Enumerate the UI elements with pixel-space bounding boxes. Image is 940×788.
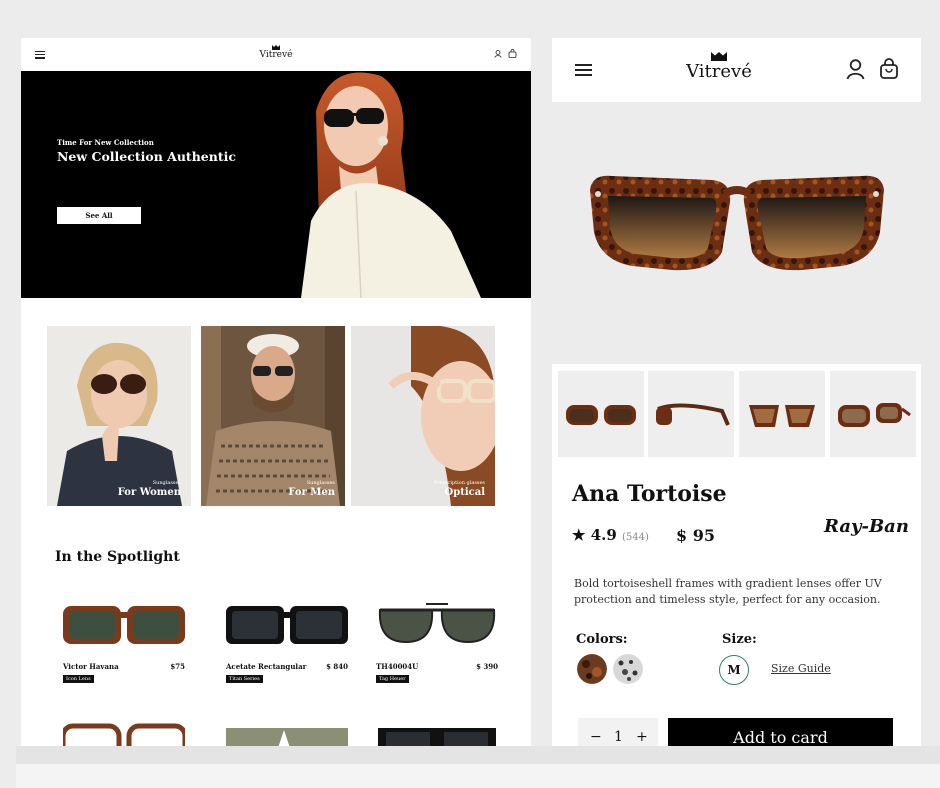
thumbnail-front[interactable] [558, 371, 644, 457]
product-description: Bold tortoiseshell frames with gradient … [574, 577, 882, 606]
rating-count: (544) [622, 532, 649, 543]
bag-icon[interactable] [508, 49, 517, 58]
product-price: $ 95 [676, 526, 715, 545]
detail-header: Vitrevé [552, 38, 921, 102]
product-card[interactable]: Acetate Rectangular $ 840 Titan Series [226, 598, 348, 683]
thumbnail-angle[interactable] [739, 371, 825, 457]
qty-value: 1 [614, 729, 623, 745]
size-guide-link[interactable]: Size Guide [771, 662, 831, 675]
hero-banner: Time For New Collection New Collection A… [21, 71, 531, 298]
product-price: $ 390 [476, 662, 498, 671]
product-price: $ 840 [326, 662, 348, 671]
product-detail-panel: Vitrevé Ana Tortoise ★ 4.9 (544) $ 95 Ra… [552, 38, 921, 748]
ana-tortoise-glasses-image [590, 175, 884, 271]
product-name: Acetate Rectangular [226, 662, 307, 671]
storefront-home-panel: Vitrevé Time For New Collection New Coll… [21, 38, 531, 748]
user-icon[interactable] [494, 50, 502, 58]
product-name: TH40004U [376, 662, 419, 671]
category-card-women[interactable]: Sunglasses For Women [47, 326, 191, 506]
category-sub-label: Sunglasses [306, 480, 335, 486]
logo-mark-icon [711, 52, 727, 61]
glasses-perspective-icon [838, 403, 911, 427]
home-header: Vitrevé [21, 38, 531, 71]
qty-plus-button[interactable]: + [636, 729, 648, 745]
product-title: Ana Tortoise [572, 481, 727, 507]
glasses-front-icon [566, 405, 636, 425]
category-sub-label: Sunglasses [152, 480, 181, 486]
main-product-image [552, 102, 921, 364]
category-card-optical[interactable]: Prescription glasses Optical [351, 326, 495, 506]
product-thumbnail-partial[interactable] [376, 722, 498, 748]
glasses-side-icon [656, 403, 730, 426]
product-tag: Titan Series [226, 675, 263, 683]
product-name: Victor Havana [63, 662, 119, 671]
quantity-stepper: − 1 + [578, 718, 658, 748]
hero-kicker: Time For New Collection [57, 138, 154, 147]
acetate-rectangular-image [226, 606, 348, 644]
thumbnail-perspective[interactable] [830, 371, 916, 457]
color-swatch-tortoise[interactable] [577, 654, 607, 684]
hero-headline: New Collection Authentic [57, 149, 236, 164]
glasses-angle-icon [749, 405, 815, 427]
category-sub-label: Prescription glasses [433, 480, 485, 486]
home-logo[interactable]: Vitrevé [246, 45, 306, 60]
category-label: For Men [288, 487, 335, 498]
detail-logo-text: Vitrevé [686, 61, 752, 82]
color-swatch-leopard[interactable] [613, 654, 643, 684]
optical-model-image [351, 326, 495, 506]
category-label: For Women [117, 487, 181, 498]
product-price: $75 [170, 662, 185, 671]
rating: ★ 4.9 (544) [572, 526, 649, 544]
victor-havana-image [63, 606, 185, 644]
see-all-button[interactable]: See All [57, 207, 141, 224]
product-thumbnail-partial[interactable] [226, 722, 348, 748]
category-label: Optical [444, 487, 486, 498]
product-card[interactable]: TH40004U $ 390 Tag Heuer [376, 598, 498, 683]
background-strip [16, 746, 940, 764]
product-card[interactable]: Victor Havana $75 Icon Lens [63, 598, 185, 683]
product-tag: Tag Heuer [376, 675, 409, 683]
product-tag: Icon Lens [63, 675, 94, 683]
qty-minus-button[interactable]: − [590, 729, 602, 745]
menu-icon[interactable] [575, 64, 592, 76]
size-label: Size: [722, 632, 757, 647]
ray-ban-logo: Ray-Ban [824, 516, 909, 537]
category-card-men[interactable]: Sunglasses For Men [201, 326, 345, 506]
size-option-m[interactable]: M [719, 655, 749, 685]
th40004u-image [378, 603, 496, 644]
home-logo-text: Vitrevé [259, 50, 293, 60]
add-to-cart-button[interactable]: Add to card [668, 718, 893, 748]
women-model-image [47, 326, 191, 506]
men-model-image [201, 326, 345, 506]
colors-label: Colors: [576, 632, 628, 647]
rating-value: 4.9 [590, 526, 617, 544]
hero-model-image [301, 72, 481, 298]
thumbnail-side[interactable] [648, 371, 734, 457]
bag-icon[interactable] [879, 58, 899, 80]
spotlight-title: In the Spotlight [55, 549, 180, 565]
background-strip [16, 764, 940, 788]
star-icon: ★ [572, 526, 586, 544]
detail-logo[interactable]: Vitrevé [674, 52, 764, 82]
user-icon[interactable] [846, 59, 865, 80]
product-thumbnail-partial[interactable] [63, 722, 185, 748]
menu-icon[interactable] [35, 51, 45, 59]
